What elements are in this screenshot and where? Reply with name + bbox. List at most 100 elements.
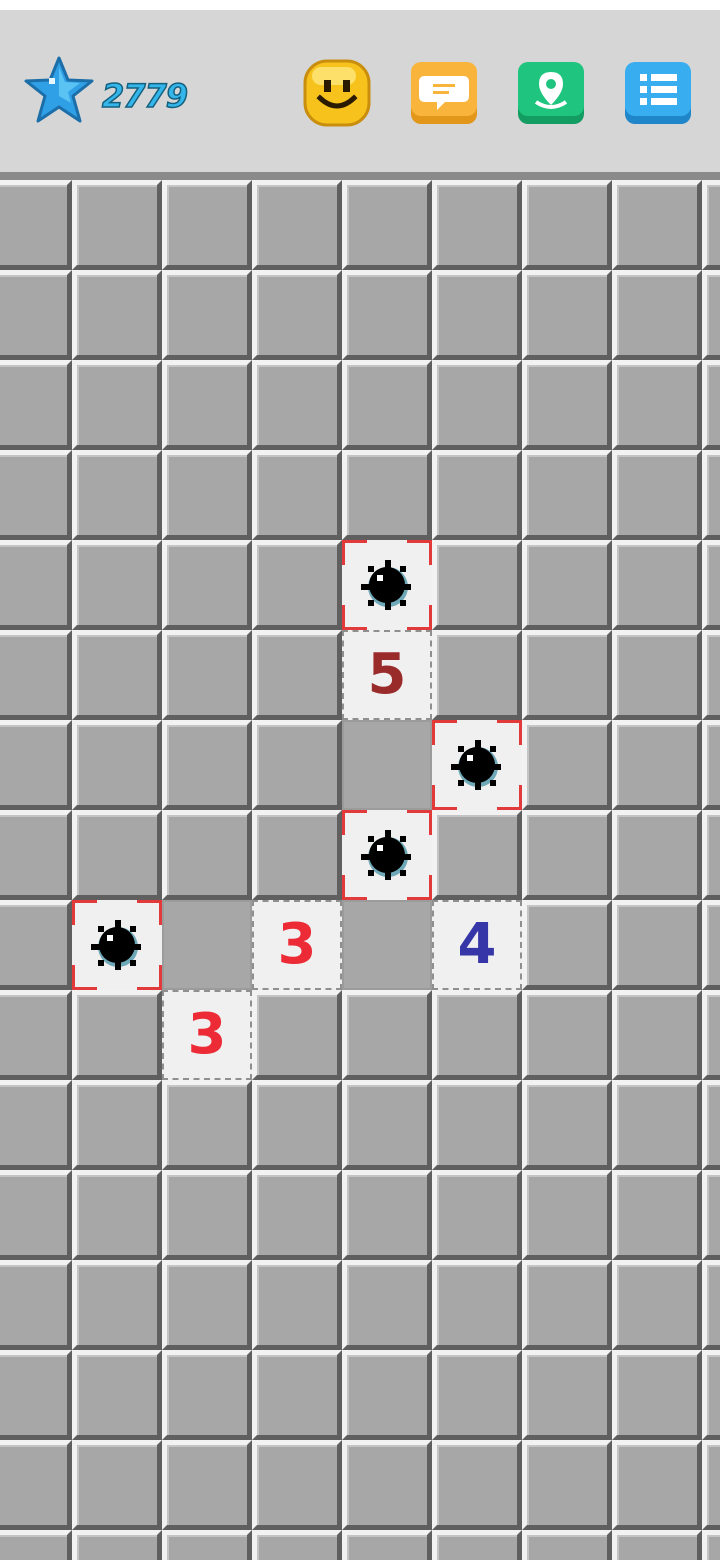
covered-tile[interactable] bbox=[0, 630, 72, 720]
covered-tile[interactable] bbox=[342, 180, 432, 270]
covered-tile[interactable] bbox=[342, 1530, 432, 1560]
covered-tile[interactable] bbox=[432, 630, 522, 720]
covered-tile[interactable] bbox=[612, 1260, 702, 1350]
covered-tile[interactable] bbox=[522, 270, 612, 360]
covered-tile[interactable] bbox=[522, 1080, 612, 1170]
covered-tile[interactable] bbox=[72, 720, 162, 810]
covered-tile[interactable] bbox=[612, 990, 702, 1080]
covered-tile[interactable] bbox=[342, 1170, 432, 1260]
covered-tile[interactable] bbox=[342, 270, 432, 360]
covered-tile[interactable] bbox=[0, 180, 72, 270]
covered-tile[interactable] bbox=[702, 270, 720, 360]
covered-tile[interactable] bbox=[0, 990, 72, 1080]
covered-tile[interactable] bbox=[72, 540, 162, 630]
covered-tile[interactable] bbox=[72, 810, 162, 900]
covered-tile[interactable] bbox=[612, 270, 702, 360]
covered-tile[interactable] bbox=[612, 1440, 702, 1530]
covered-tile[interactable] bbox=[72, 1080, 162, 1170]
covered-tile[interactable] bbox=[162, 810, 252, 900]
covered-tile[interactable] bbox=[612, 1080, 702, 1170]
covered-tile[interactable] bbox=[432, 450, 522, 540]
chat-button[interactable] bbox=[409, 58, 479, 128]
covered-tile[interactable] bbox=[252, 810, 342, 900]
covered-tile[interactable] bbox=[252, 990, 342, 1080]
covered-tile[interactable] bbox=[252, 450, 342, 540]
covered-tile[interactable] bbox=[0, 1350, 72, 1440]
covered-tile[interactable] bbox=[612, 900, 702, 990]
covered-tile[interactable] bbox=[342, 1260, 432, 1350]
covered-tile[interactable] bbox=[72, 1530, 162, 1560]
covered-tile[interactable] bbox=[342, 990, 432, 1080]
covered-tile[interactable] bbox=[72, 180, 162, 270]
covered-tile[interactable] bbox=[162, 1170, 252, 1260]
covered-tile[interactable] bbox=[612, 1350, 702, 1440]
covered-tile[interactable] bbox=[432, 1080, 522, 1170]
covered-tile[interactable] bbox=[522, 1440, 612, 1530]
covered-tile[interactable] bbox=[432, 810, 522, 900]
covered-tile[interactable] bbox=[432, 1170, 522, 1260]
covered-tile[interactable] bbox=[432, 180, 522, 270]
covered-tile[interactable] bbox=[702, 720, 720, 810]
covered-tile[interactable] bbox=[522, 810, 612, 900]
covered-tile[interactable] bbox=[702, 360, 720, 450]
covered-tile[interactable] bbox=[612, 720, 702, 810]
covered-tile[interactable] bbox=[342, 1080, 432, 1170]
covered-tile[interactable] bbox=[342, 450, 432, 540]
covered-tile[interactable] bbox=[432, 270, 522, 360]
covered-tile[interactable] bbox=[72, 1440, 162, 1530]
covered-tile[interactable] bbox=[522, 450, 612, 540]
covered-tile[interactable] bbox=[252, 1260, 342, 1350]
covered-tile[interactable] bbox=[252, 540, 342, 630]
covered-tile[interactable] bbox=[252, 180, 342, 270]
covered-tile[interactable] bbox=[702, 630, 720, 720]
covered-tile[interactable] bbox=[72, 630, 162, 720]
covered-tile[interactable] bbox=[702, 450, 720, 540]
covered-tile[interactable] bbox=[702, 1440, 720, 1530]
covered-tile[interactable] bbox=[252, 1170, 342, 1260]
covered-tile[interactable] bbox=[252, 1080, 342, 1170]
covered-tile[interactable] bbox=[0, 1260, 72, 1350]
covered-tile[interactable] bbox=[702, 1530, 720, 1560]
smiley-button[interactable] bbox=[302, 58, 372, 128]
covered-tile[interactable] bbox=[612, 810, 702, 900]
covered-tile[interactable] bbox=[0, 1440, 72, 1530]
covered-tile[interactable] bbox=[252, 360, 342, 450]
flagged-mine-tile[interactable] bbox=[72, 900, 162, 990]
covered-tile[interactable] bbox=[72, 450, 162, 540]
covered-tile[interactable] bbox=[252, 1530, 342, 1560]
covered-tile[interactable] bbox=[0, 1170, 72, 1260]
covered-tile[interactable] bbox=[342, 360, 432, 450]
covered-tile[interactable] bbox=[252, 720, 342, 810]
covered-tile[interactable] bbox=[522, 1260, 612, 1350]
covered-tile[interactable] bbox=[522, 1170, 612, 1260]
covered-tile[interactable] bbox=[342, 1440, 432, 1530]
covered-tile[interactable] bbox=[162, 1440, 252, 1530]
covered-tile[interactable] bbox=[0, 270, 72, 360]
covered-tile[interactable] bbox=[432, 1440, 522, 1530]
covered-tile[interactable] bbox=[0, 900, 72, 990]
covered-tile[interactable] bbox=[162, 1350, 252, 1440]
covered-tile[interactable] bbox=[162, 630, 252, 720]
covered-tile[interactable] bbox=[72, 990, 162, 1080]
covered-tile[interactable] bbox=[162, 720, 252, 810]
covered-tile[interactable] bbox=[432, 1530, 522, 1560]
covered-tile[interactable] bbox=[702, 990, 720, 1080]
covered-tile[interactable] bbox=[162, 180, 252, 270]
covered-tile[interactable] bbox=[522, 900, 612, 990]
covered-tile[interactable] bbox=[0, 1080, 72, 1170]
covered-tile[interactable] bbox=[0, 450, 72, 540]
covered-tile[interactable] bbox=[702, 900, 720, 990]
covered-tile[interactable] bbox=[612, 1530, 702, 1560]
covered-tile[interactable] bbox=[0, 1530, 72, 1560]
covered-tile[interactable] bbox=[0, 540, 72, 630]
covered-tile[interactable] bbox=[0, 720, 72, 810]
covered-tile[interactable] bbox=[432, 540, 522, 630]
covered-tile[interactable] bbox=[702, 540, 720, 630]
flagged-mine-tile[interactable] bbox=[432, 720, 522, 810]
covered-tile[interactable] bbox=[702, 1170, 720, 1260]
covered-tile[interactable] bbox=[72, 360, 162, 450]
covered-tile[interactable] bbox=[342, 1350, 432, 1440]
covered-tile[interactable] bbox=[252, 630, 342, 720]
covered-tile[interactable] bbox=[612, 1170, 702, 1260]
covered-tile[interactable] bbox=[702, 1350, 720, 1440]
